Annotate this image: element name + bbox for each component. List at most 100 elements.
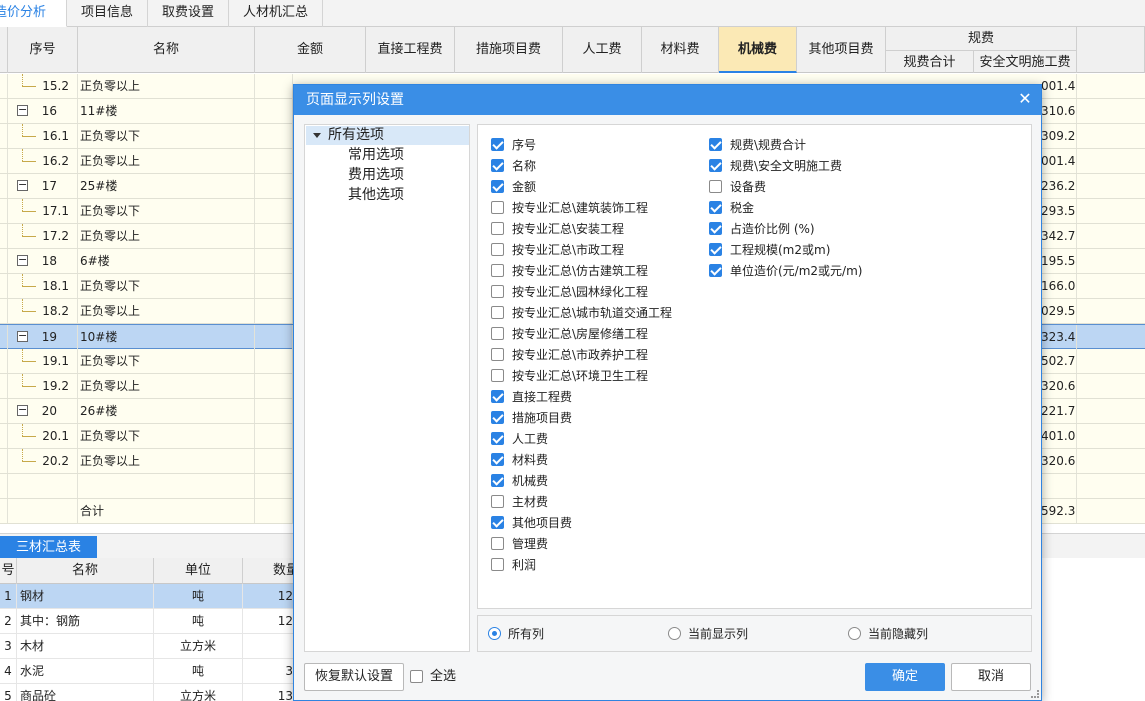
column-checkbox[interactable]: 按专业汇总\安装工程 [491,220,624,238]
header-material[interactable]: 材料费 [642,27,719,73]
row-amount-cell [255,224,293,248]
column-checkbox[interactable]: 按专业汇总\仿古建筑工程 [491,262,648,280]
column-checkbox[interactable]: 措施项目费 [491,409,572,427]
checkbox-box [410,670,423,683]
resize-grip-icon[interactable] [1031,690,1039,698]
column-checkbox[interactable]: 管理费 [491,535,548,553]
material-name: 其中：钢筋 [17,609,154,634]
tab-project-info[interactable]: 项目信息 [67,0,149,27]
header-machine[interactable]: 机械费 [719,27,797,73]
row-edge [0,249,8,273]
column-checkbox[interactable]: 规费\规费合计 [709,136,806,154]
material-name: 木材 [17,634,154,659]
material-qty [243,634,300,659]
column-checkbox[interactable]: 按专业汇总\建筑装饰工程 [491,199,648,217]
tree-connector [22,211,36,212]
material-row[interactable]: 1 钢材吨 12 [0,584,300,609]
collapse-icon[interactable]: − [17,254,28,266]
collapse-icon[interactable]: − [17,179,28,191]
tree-connector [22,436,36,437]
column-checkbox[interactable]: 设备费 [709,178,766,196]
tab-three-materials[interactable]: 三材汇总表 [0,536,97,559]
column-checkbox[interactable]: 机械费 [491,472,548,490]
row-safety-value: 293.58 [1041,199,1077,223]
header-direct-cost[interactable]: 直接工程费 [366,27,455,73]
collapse-icon[interactable]: − [17,404,28,416]
tab-resource-summary[interactable]: 人材机汇总 [229,0,324,27]
column-checkbox[interactable]: 名称 [491,157,536,175]
column-checkbox[interactable]: 规费\安全文明施工费 [709,157,842,175]
tab-fee-settings[interactable]: 取费设置 [148,0,230,27]
radio-all-columns[interactable]: 所有列 [488,626,544,642]
row-name: 25#楼 [78,174,255,198]
column-checkbox-label: 主材费 [512,495,549,509]
header-index[interactable]: 序号 [8,27,78,73]
column-checkbox[interactable]: 按专业汇总\城市轨道交通工程 [491,304,672,322]
row-index-cell: 16.1 [8,124,78,148]
column-checkbox[interactable]: 税金 [709,199,754,217]
header-other[interactable]: 其他项目费 [797,27,886,73]
radio-all-columns-label: 所有列 [508,627,545,641]
select-all-checkbox[interactable]: 全选 [410,668,456,686]
column-checkbox[interactable]: 利润 [491,556,536,574]
tree-item-other[interactable]: 其他选项 [348,186,404,205]
header-tax[interactable]: 税 [1077,27,1145,73]
materials-header-qty[interactable]: 数量 [243,558,300,584]
row-edge [0,199,8,223]
material-row[interactable]: 5 商品砼 立方米 13 [0,684,300,701]
row-name: 26#楼 [78,399,255,423]
material-row[interactable]: 2 其中：钢筋吨 12 [0,609,300,634]
materials-header-index[interactable]: 号 [0,558,17,584]
close-icon[interactable]: ✕ [1017,91,1033,107]
header-name[interactable]: 名称 [78,27,255,73]
column-checkbox[interactable]: 序号 [491,136,536,154]
row-index: 18 [41,254,57,268]
cancel-button[interactable]: 取消 [951,663,1031,691]
header-fees-total[interactable]: 规费合计 [886,50,974,73]
checkbox-box [709,264,722,277]
column-checkbox[interactable]: 直接工程费 [491,388,572,406]
collapse-icon[interactable]: − [17,330,28,342]
row-index: 17.2 [42,229,69,243]
tree-item-all[interactable]: 所有选项 [306,126,469,145]
tree-connector [22,374,23,386]
header-safety[interactable]: 安全文明施工费 [974,50,1077,73]
expand-arrow-icon[interactable] [313,133,321,138]
header-amount[interactable]: 金额 [255,27,366,73]
tree-item-common[interactable]: 常用选项 [348,146,404,165]
header-measures[interactable]: 措施项目费 [455,27,563,73]
tab-cost-analysis[interactable]: 造价分析 [0,0,68,27]
header-labor[interactable]: 人工费 [563,27,642,73]
column-checkbox[interactable]: 主材费 [491,493,548,511]
row-amount-cell [255,149,293,173]
column-checkbox[interactable]: 按专业汇总\环境卫生工程 [491,367,648,385]
restore-defaults-button[interactable]: 恢复默认设置 [304,663,404,691]
ok-button[interactable]: 确定 [865,663,945,691]
row-name: 正负零以上 [78,74,255,98]
column-checkbox[interactable]: 按专业汇总\房屋修缮工程 [491,325,648,343]
column-checkbox[interactable]: 金额 [491,178,536,196]
column-checkbox[interactable]: 工程规模(m2或m) [709,241,830,259]
material-unit: 吨 [154,584,243,609]
row-safety-value: 320.65 [1041,374,1077,398]
column-checkbox[interactable]: 材料费 [491,451,548,469]
column-checkbox[interactable]: 其他项目费 [491,514,572,532]
materials-header-name[interactable]: 名称 [17,558,154,584]
row-amount-cell [255,299,293,323]
column-checkbox[interactable]: 按专业汇总\市政养护工程 [491,346,648,364]
row-edge [0,499,8,523]
material-qty: 3 [243,659,300,684]
tree-item-fees[interactable]: 费用选项 [348,166,404,185]
column-checkbox[interactable]: 按专业汇总\市政工程 [491,241,624,259]
materials-header-unit[interactable]: 单位 [154,558,243,584]
column-checkbox[interactable]: 占造价比例 (%) [709,220,815,238]
column-checkbox[interactable]: 人工费 [491,430,548,448]
material-row[interactable]: 3 木材 立方米 [0,634,300,659]
column-checkbox[interactable]: 按专业汇总\园林绿化工程 [491,283,648,301]
radio-visible-columns[interactable]: 当前显示列 [668,626,748,642]
collapse-icon[interactable]: − [17,104,28,116]
radio-hidden-columns[interactable]: 当前隐藏列 [848,626,928,642]
material-row[interactable]: 4 水泥吨 3 [0,659,300,684]
column-checkbox[interactable]: 单位造价(元/m2或元/m) [709,262,862,280]
column-checkbox-label: 占造价比例 (%) [730,222,815,236]
